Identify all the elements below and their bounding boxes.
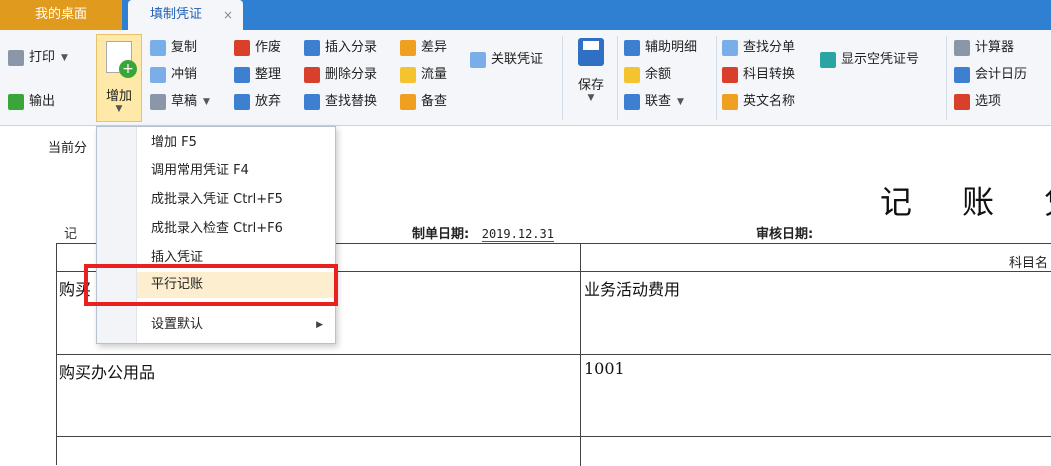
chevron-right-icon: ▶ bbox=[316, 320, 323, 330]
close-icon[interactable]: × bbox=[223, 0, 233, 30]
save-label: 保存 bbox=[577, 78, 604, 93]
add-label: 增加 bbox=[105, 89, 132, 104]
tab-home[interactable]: 我的桌面 bbox=[0, 0, 122, 30]
tab-bar: 我的桌面 填制凭证 × bbox=[0, 0, 1051, 30]
find-replace-icon bbox=[304, 94, 320, 110]
divider bbox=[946, 36, 947, 120]
query-button[interactable]: 联查 ▼ bbox=[624, 90, 684, 114]
memo-icon bbox=[400, 94, 416, 110]
menu-icon-strip bbox=[97, 127, 137, 343]
calendar-icon bbox=[954, 67, 970, 83]
delete-entry-icon bbox=[304, 67, 320, 83]
date-field: 制单日期: 2019.12.31 bbox=[412, 223, 554, 242]
save-icon bbox=[578, 38, 604, 66]
void-icon bbox=[234, 40, 250, 56]
draft-button[interactable]: 草稿 ▼ bbox=[150, 90, 210, 114]
reverse-button[interactable]: 冲销 bbox=[150, 63, 197, 87]
show-empty-voucher-no-button[interactable]: 显示空凭证号 bbox=[820, 48, 919, 72]
difference-button[interactable]: 差异 bbox=[400, 36, 447, 60]
abandon-button[interactable]: 放弃 bbox=[234, 90, 281, 114]
find-replace-button[interactable]: 查找替换 bbox=[304, 90, 377, 114]
row-divider bbox=[57, 354, 1051, 355]
organize-button[interactable]: 整理 bbox=[234, 63, 281, 87]
calculator-button[interactable]: 计算器 bbox=[954, 36, 1014, 60]
find-entry-button[interactable]: 查找分单 bbox=[722, 36, 795, 60]
voucher-title: 记 账 凭 bbox=[880, 183, 1051, 221]
memo-button[interactable]: 备查 bbox=[400, 90, 447, 114]
balance-button[interactable]: 余额 bbox=[624, 63, 671, 87]
copy-button[interactable]: 复制 bbox=[150, 36, 197, 60]
aux-detail-icon bbox=[624, 40, 640, 56]
tab-voucher-entry[interactable]: 填制凭证 × bbox=[128, 0, 243, 30]
row-divider bbox=[57, 436, 1051, 437]
date-input[interactable]: 2019.12.31 bbox=[481, 227, 554, 242]
menu-item-default-settings-label: 设置默认 bbox=[151, 317, 204, 332]
voucher-number-icon bbox=[820, 52, 836, 68]
void-button[interactable]: 作废 bbox=[234, 36, 281, 60]
delete-entry-button[interactable]: 删除分录 bbox=[304, 63, 377, 87]
english-name-icon bbox=[722, 94, 738, 110]
add-button[interactable]: + 增加 ▼ bbox=[96, 34, 142, 122]
options-button[interactable]: 选项 bbox=[954, 90, 1001, 114]
query-icon bbox=[624, 94, 640, 110]
ribbon-toolbar: 打印 ▼ 输出 + 增加 ▼ 复制 冲销 草稿 ▼ 作废 整理 放弃 插入分录 … bbox=[0, 30, 1051, 126]
reverse-icon bbox=[150, 67, 166, 83]
account-cell[interactable]: 业务活动费用 bbox=[584, 276, 680, 300]
divider bbox=[617, 36, 618, 120]
account-convert-icon bbox=[722, 67, 738, 83]
account-convert-button[interactable]: 科目转换 bbox=[722, 63, 795, 87]
printer-icon bbox=[8, 50, 24, 66]
chevron-down-icon: ▼ bbox=[587, 93, 595, 103]
tools-icon bbox=[954, 94, 970, 110]
menu-item-batch-entry[interactable]: 成批录入凭证 Ctrl+F5 bbox=[137, 187, 335, 213]
draft-icon bbox=[150, 94, 166, 110]
organize-icon bbox=[234, 67, 250, 83]
aux-detail-button[interactable]: 辅助明细 bbox=[624, 36, 697, 60]
english-name-button[interactable]: 英文名称 bbox=[722, 90, 795, 114]
review-date-label: 审核日期: bbox=[756, 227, 814, 242]
review-date-field: 审核日期: bbox=[756, 223, 813, 242]
balance-icon bbox=[624, 67, 640, 83]
flow-icon bbox=[400, 67, 416, 83]
difference-icon bbox=[400, 40, 416, 56]
divider bbox=[562, 36, 563, 120]
calculator-icon bbox=[954, 40, 970, 56]
column-divider bbox=[580, 244, 581, 466]
export-button[interactable]: 输出 bbox=[8, 90, 55, 114]
add-document-icon: + bbox=[106, 41, 137, 78]
chevron-down-icon: ▼ bbox=[115, 104, 123, 114]
summary-cell[interactable]: 购买办公用品 bbox=[59, 359, 155, 383]
highlight-annotation bbox=[84, 264, 338, 306]
menu-item-common-voucher[interactable]: 调用常用凭证 F4 bbox=[137, 158, 335, 184]
export-label: 输出 bbox=[29, 94, 56, 109]
find-entry-icon bbox=[722, 40, 738, 56]
voucher-type[interactable]: 记 bbox=[64, 223, 77, 242]
current-label: 当前分 bbox=[48, 141, 88, 156]
tab-voucher-entry-label: 填制凭证 bbox=[150, 7, 203, 22]
chevron-down-icon: ▼ bbox=[61, 53, 68, 63]
divider bbox=[716, 36, 717, 120]
linked-voucher-button[interactable]: 关联凭证 bbox=[470, 48, 543, 72]
menu-item-default-settings[interactable]: 设置默认 ▶ bbox=[137, 312, 335, 338]
insert-entry-icon bbox=[304, 40, 320, 56]
date-label: 制单日期: bbox=[412, 227, 470, 242]
copy-icon bbox=[150, 40, 166, 56]
export-icon bbox=[8, 94, 24, 110]
account-cell[interactable]: 1001 bbox=[584, 359, 625, 378]
print-button[interactable]: 打印 ▼ bbox=[8, 46, 68, 70]
print-label: 打印 bbox=[29, 50, 56, 65]
linked-voucher-icon bbox=[470, 52, 486, 68]
menu-item-add[interactable]: 增加 F5 bbox=[137, 130, 335, 156]
account-column-header: 科目名 bbox=[1009, 256, 1049, 271]
chevron-down-icon: ▼ bbox=[677, 97, 684, 107]
calendar-button[interactable]: 会计日历 bbox=[954, 63, 1027, 87]
insert-entry-button[interactable]: 插入分录 bbox=[304, 36, 377, 60]
flow-button[interactable]: 流量 bbox=[400, 63, 447, 87]
chevron-down-icon: ▼ bbox=[203, 97, 210, 107]
abandon-icon bbox=[234, 94, 250, 110]
save-button[interactable]: 保存 ▼ bbox=[569, 36, 613, 120]
add-dropdown-menu: 增加 F5 调用常用凭证 F4 成批录入凭证 Ctrl+F5 成批录入检查 Ct… bbox=[96, 126, 336, 344]
menu-item-batch-check[interactable]: 成批录入检查 Ctrl+F6 bbox=[137, 216, 335, 242]
